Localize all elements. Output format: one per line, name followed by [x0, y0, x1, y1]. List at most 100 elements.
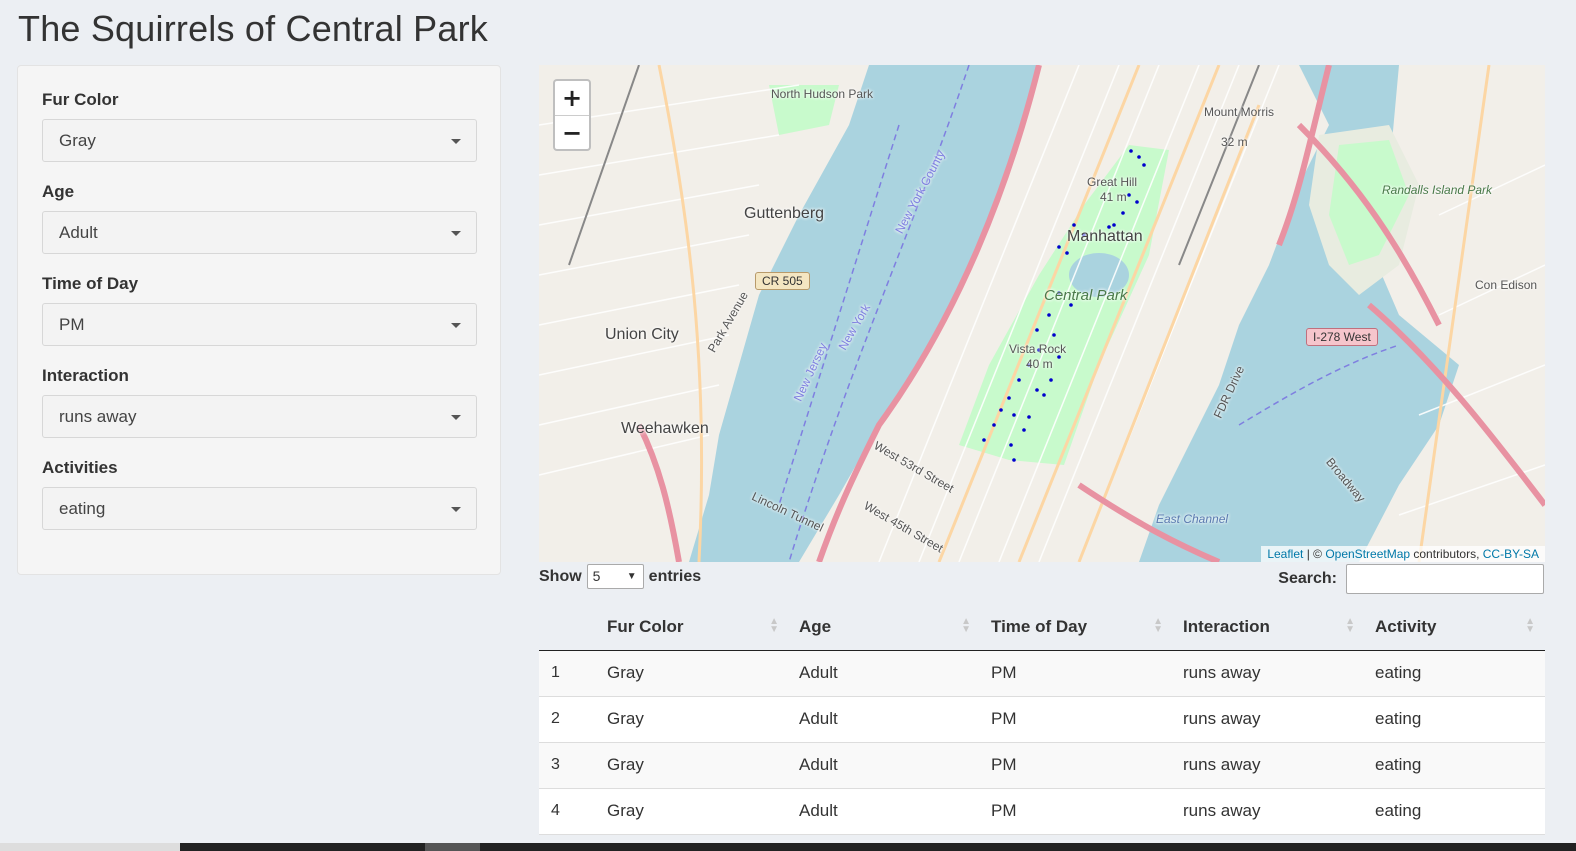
filter-age: Age Adult [42, 182, 477, 254]
table-row[interactable]: 2 Gray Adult PM runs away eating [539, 696, 1545, 743]
table-length-control: Show 5 ▼ entries [539, 564, 701, 589]
time-of-day-label: Time of Day [42, 274, 139, 293]
age-select[interactable]: Adult [42, 211, 477, 254]
filter-activities: Activities eating [42, 458, 477, 530]
caret-down-icon [451, 507, 461, 512]
sort-icon: ▲ ▼ [1345, 616, 1355, 635]
map-label-union-city: Union City [605, 326, 679, 343]
cell-age: Adult [789, 696, 981, 743]
entries-label: entries [648, 567, 702, 585]
filter-fur-color: Fur Color Gray [42, 90, 477, 162]
row-index: 2 [539, 696, 597, 743]
time-of-day-select[interactable]: PM [42, 303, 477, 346]
column-header-time-of-day[interactable]: Time of Day ▲ ▼ [981, 604, 1173, 651]
table-row[interactable]: 3 Gray Adult PM runs away eating [539, 742, 1545, 789]
map-label-central-park: Central Park [1044, 287, 1128, 304]
sort-icon: ▲ ▼ [961, 616, 971, 635]
column-header-label: Age [799, 616, 832, 636]
filter-time-of-day: Time of Day PM [42, 274, 477, 346]
zoom-in-button[interactable]: + [555, 81, 589, 115]
cell-fur-color: Gray [597, 696, 789, 743]
cell-age: Adult [789, 650, 981, 697]
column-header-fur-color[interactable]: Fur Color ▲ ▼ [597, 604, 789, 651]
openstreetmap-link[interactable]: OpenStreetMap [1325, 547, 1410, 561]
activities-select[interactable]: eating [42, 487, 477, 530]
age-label: Age [42, 182, 75, 201]
zoom-out-button[interactable]: − [555, 115, 589, 149]
show-label: Show [539, 567, 582, 585]
table-row[interactable]: 1 Gray Adult PM runs away eating [539, 650, 1545, 697]
activities-value: eating [59, 499, 106, 518]
map-label-weehawken: Weehawken [621, 420, 709, 437]
scrollbar-track [0, 843, 180, 851]
interaction-value: runs away [59, 407, 137, 426]
attribution-separator: | © [1303, 547, 1326, 561]
column-header-age[interactable]: Age ▲ ▼ [789, 604, 981, 651]
column-header-interaction[interactable]: Interaction ▲ ▼ [1173, 604, 1365, 651]
caret-down-icon [451, 139, 461, 144]
row-index: 3 [539, 742, 597, 789]
map-label-north-hudson-park: North Hudson Park [771, 87, 874, 101]
map-shield-i278: I-278 West [1306, 328, 1378, 346]
cell-time-of-day: PM [981, 788, 1173, 835]
cc-by-sa-link[interactable]: CC-BY-SA [1483, 547, 1539, 561]
map-attribution: Leaflet | © OpenStreetMap contributors, … [1261, 546, 1545, 562]
cell-interaction: runs away [1173, 742, 1365, 789]
activities-label: Activities [42, 458, 118, 477]
interaction-select[interactable]: runs away [42, 395, 477, 438]
sort-icon: ▲ ▼ [769, 616, 779, 635]
sort-icon: ▲ ▼ [1153, 616, 1163, 635]
table-search-control: Search: [1278, 564, 1544, 594]
search-input[interactable] [1346, 564, 1544, 594]
column-header-label: Time of Day [991, 616, 1088, 636]
map-shield-cr505: CR 505 [755, 272, 810, 290]
leaflet-link[interactable]: Leaflet [1267, 547, 1303, 561]
sort-icon: ▲ ▼ [1525, 616, 1535, 635]
map-label-manhattan: Manhattan [1067, 228, 1143, 245]
cell-activity: eating [1365, 696, 1545, 743]
page-title: The Squirrels of Central Park [18, 8, 488, 49]
squirrel-map[interactable]: North Hudson Park Guttenberg Union City … [539, 65, 1545, 562]
map-label-great-hill: Great Hill [1087, 175, 1138, 189]
squirrel-table: Fur Color ▲ ▼ Age ▲ ▼ Time of Day ▲ ▼ Inter… [539, 604, 1545, 835]
column-header-activity[interactable]: Activity ▲ ▼ [1365, 604, 1545, 651]
cell-time-of-day: PM [981, 742, 1173, 789]
cell-fur-color: Gray [597, 742, 789, 789]
cell-interaction: runs away [1173, 788, 1365, 835]
squirrel-markers [982, 149, 1146, 462]
map-label-mount-morris: Mount Morris [1204, 105, 1275, 119]
column-header-index[interactable] [539, 604, 597, 651]
map-label-mount-morris-elev: 32 m [1221, 135, 1248, 149]
page-length-value: 5 [592, 568, 601, 584]
map-label-randalls-island-park: Randalls Island Park [1382, 183, 1493, 197]
scrollbar-thumb[interactable] [425, 843, 480, 851]
cell-fur-color: Gray [597, 650, 789, 697]
row-index: 1 [539, 650, 597, 697]
map-label-vista-rock-elev: 40 m [1026, 357, 1053, 371]
cell-activity: eating [1365, 742, 1545, 789]
zoom-control: + − [553, 79, 591, 151]
caret-down-icon [451, 231, 461, 236]
cell-time-of-day: PM [981, 650, 1173, 697]
time-of-day-value: PM [59, 315, 85, 334]
map-label-vista-rock: Vista Rock [1009, 342, 1067, 356]
cell-age: Adult [789, 742, 981, 789]
table-row[interactable]: 4 Gray Adult PM runs away eating [539, 788, 1545, 835]
caret-down-icon [451, 323, 461, 328]
cell-activity: eating [1365, 650, 1545, 697]
cell-activity: eating [1365, 788, 1545, 835]
cell-interaction: runs away [1173, 696, 1365, 743]
attribution-contributors: contributors, [1410, 547, 1483, 561]
dropdown-arrow-icon: ▼ [626, 571, 637, 582]
map-label-great-hill-elev: 41 m [1100, 190, 1127, 204]
cell-age: Adult [789, 788, 981, 835]
column-header-label: Activity [1375, 616, 1437, 636]
fur-color-label: Fur Color [42, 90, 119, 109]
horizontal-scrollbar[interactable] [0, 843, 1576, 851]
page-length-select[interactable]: 5 ▼ [586, 564, 644, 589]
map-label-con-edison: Con Edison [1475, 278, 1538, 292]
fur-color-value: Gray [59, 131, 96, 150]
column-header-label: Fur Color [607, 616, 684, 636]
map-label-guttenberg: Guttenberg [744, 205, 825, 222]
fur-color-select[interactable]: Gray [42, 119, 477, 162]
